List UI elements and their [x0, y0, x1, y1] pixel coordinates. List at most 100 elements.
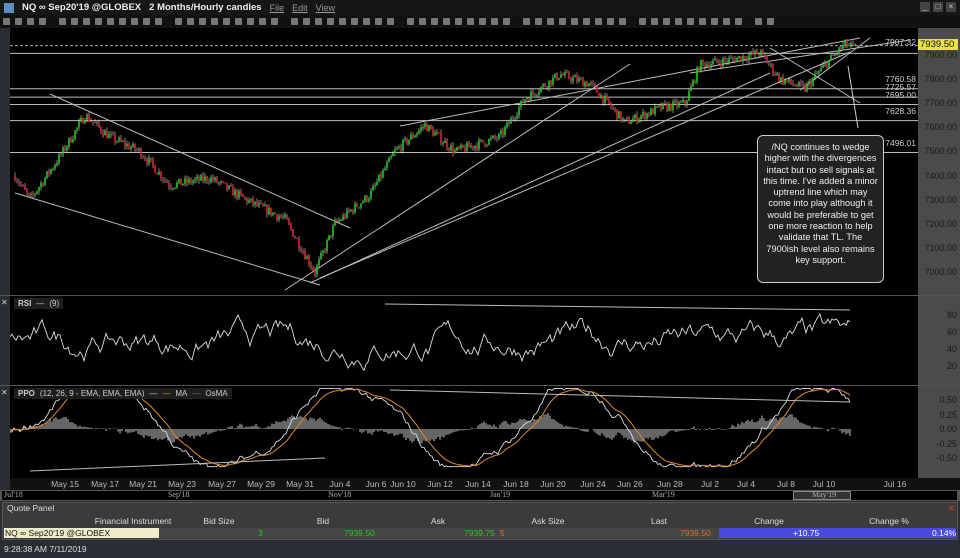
toolbar-tool-icon[interactable]	[315, 18, 322, 25]
toolbar-tool-icon[interactable]	[259, 18, 266, 25]
toolbar-tool-icon[interactable]	[119, 18, 126, 25]
rsi-panel[interactable]: RSI — (9)	[9, 296, 918, 385]
timeline-scrollbar[interactable]: Jul'18 Sep'18 Nov'18 Jan'19 Mar'19 May'19	[0, 490, 960, 501]
toolbar-tool-icon[interactable]	[15, 18, 22, 25]
column-header[interactable]: Change %	[869, 516, 909, 526]
toolbar-tool-icon[interactable]	[583, 18, 590, 25]
ppo-panel[interactable]: PPO (12, 26, 9 - EMA, EMA, EMA) — — MA — OsMA	[9, 386, 918, 478]
toolbar-tool-icon[interactable]	[699, 18, 706, 25]
candle-body	[456, 147, 458, 151]
candle-body	[288, 219, 290, 224]
close-panel-icon[interactable]: ✕	[1, 388, 8, 397]
toolbar-tool-icon[interactable]	[247, 18, 254, 25]
toolbar-tool-icon[interactable]	[651, 18, 658, 25]
toolbar-tool-icon[interactable]	[187, 18, 194, 25]
toolbar-tool-icon[interactable]	[407, 18, 414, 25]
toolbar-tool-icon[interactable]	[59, 18, 66, 25]
toolbar-tool-icon[interactable]	[387, 18, 394, 25]
column-header[interactable]: Change	[754, 516, 784, 526]
toolbar-tool-icon[interactable]	[339, 18, 346, 25]
rsi-params[interactable]: (9)	[49, 299, 59, 308]
candle-body	[564, 71, 566, 76]
candle-body	[336, 220, 338, 222]
menu-view[interactable]: View	[316, 3, 335, 13]
toolbar-tool-icon[interactable]	[235, 18, 242, 25]
toolbar-tool-icon[interactable]	[83, 18, 90, 25]
toolbar-tool-icon[interactable]	[687, 18, 694, 25]
toolbar-tool-icon[interactable]	[571, 18, 578, 25]
toolbar-tool-icon[interactable]	[303, 18, 310, 25]
toolbar-tool-icon[interactable]	[467, 18, 474, 25]
column-header[interactable]: Bid Size	[203, 516, 234, 526]
toolbar-tool-icon[interactable]	[547, 18, 554, 25]
toolbar-tool-icon[interactable]	[479, 18, 486, 25]
column-header[interactable]: Financial Instrument	[95, 516, 172, 526]
candle-body	[634, 114, 636, 119]
toolbar-tool-icon[interactable]	[455, 18, 462, 25]
toolbar-tool-icon[interactable]	[559, 18, 566, 25]
toolbar-tool-icon[interactable]	[95, 18, 102, 25]
trendline[interactable]	[49, 93, 351, 229]
toolbar-tool-icon[interactable]	[735, 18, 742, 25]
toolbar-tool-icon[interactable]	[327, 18, 334, 25]
close-panel-icon[interactable]: ✕	[1, 298, 8, 307]
maximize-icon[interactable]: □	[933, 2, 943, 12]
candle	[312, 265, 314, 272]
toolbar-tool-icon[interactable]	[663, 18, 670, 25]
toolbar-tool-icon[interactable]	[595, 18, 602, 25]
toolbar-tool-icon[interactable]	[71, 18, 78, 25]
toolbar-tool-icon[interactable]	[675, 18, 682, 25]
ppo-divergence-line[interactable]	[389, 389, 851, 403]
ppo-params[interactable]: (12, 26, 9 - EMA, EMA, EMA)	[40, 389, 144, 398]
toolbar-tool-icon[interactable]	[523, 18, 530, 25]
column-header[interactable]: Last	[651, 516, 667, 526]
toolbar-tool-icon[interactable]	[443, 18, 450, 25]
toolbar-tool-icon[interactable]	[27, 18, 34, 25]
toolbar-tool-icon[interactable]	[155, 18, 162, 25]
instrument-selector[interactable]: NQ ∞ Sep20'19 @GLOBEX	[22, 2, 141, 13]
toolbar-tool-icon[interactable]	[363, 18, 370, 25]
toolbar-tool-icon[interactable]	[271, 18, 278, 25]
toolbar-tool-icon[interactable]	[535, 18, 542, 25]
toolbar-tool-icon[interactable]	[619, 18, 626, 25]
candle-body	[206, 176, 208, 182]
toolbar-tool-icon[interactable]	[491, 18, 498, 25]
toolbar-tool-icon[interactable]	[723, 18, 730, 25]
toolbar-tool-icon[interactable]	[211, 18, 218, 25]
toolbar-tool-icon[interactable]	[375, 18, 382, 25]
toolbar-tool-icon[interactable]	[107, 18, 114, 25]
toolbar-tool-icon[interactable]	[767, 18, 774, 25]
toolbar-tool-icon[interactable]	[223, 18, 230, 25]
toolbar-tool-icon[interactable]	[143, 18, 150, 25]
rsi-divergence-line[interactable]	[384, 303, 851, 311]
toolbar-tool-icon[interactable]	[3, 18, 10, 25]
toolbar-tool-icon[interactable]	[419, 18, 426, 25]
toolbar-tool-icon[interactable]	[639, 18, 646, 25]
candle-body	[688, 91, 690, 101]
ppo-trendline[interactable]	[29, 457, 326, 472]
toolbar-tool-icon[interactable]	[711, 18, 718, 25]
trendline[interactable]	[284, 63, 631, 291]
trendline[interactable]	[14, 192, 321, 286]
toolbar-tool-icon[interactable]	[431, 18, 438, 25]
timeframe-selector[interactable]: 2 Months/Hourly candles	[149, 2, 261, 13]
column-header[interactable]: Ask Size	[531, 516, 564, 526]
close-icon[interactable]: ×	[946, 2, 956, 12]
minimize-icon[interactable]: _	[920, 2, 930, 12]
column-header[interactable]: Ask	[431, 516, 445, 526]
toolbar-tool-icon[interactable]	[607, 18, 614, 25]
toolbar-tool-icon[interactable]	[199, 18, 206, 25]
toolbar-tool-icon[interactable]	[351, 18, 358, 25]
toolbar-tool-icon[interactable]	[39, 18, 46, 25]
toolbar-tool-icon[interactable]	[291, 18, 298, 25]
menu-edit[interactable]: Edit	[292, 3, 308, 13]
close-icon[interactable]: ✕	[947, 503, 955, 514]
toolbar-tool-icon[interactable]	[131, 18, 138, 25]
toolbar-tool-icon[interactable]	[755, 18, 762, 25]
toolbar-tool-icon[interactable]	[175, 18, 182, 25]
quote-panel-title[interactable]: Quote Panel	[7, 503, 54, 513]
menu-file[interactable]: File	[270, 3, 285, 13]
quote-row[interactable]: NQ ∞ Sep20'19 @GLOBEX 3 7939.50 7939.75 …	[4, 528, 956, 538]
column-header[interactable]: Bid	[317, 516, 329, 526]
toolbar-tool-icon[interactable]	[503, 18, 510, 25]
